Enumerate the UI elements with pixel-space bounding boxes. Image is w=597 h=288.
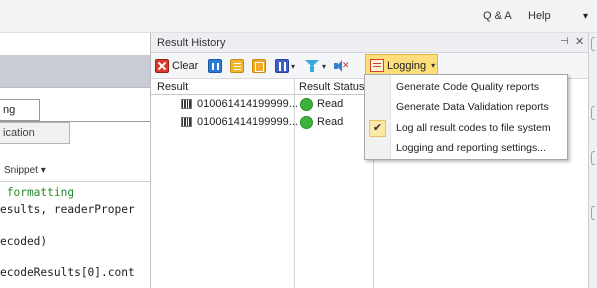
panel-title: Result History — [157, 37, 226, 49]
editor-panel: ng ication Snippet ▾ formatting esults, … — [0, 33, 150, 288]
status-ok-icon — [300, 98, 313, 111]
menu-help[interactable]: Help — [528, 10, 551, 22]
status-ok-icon — [300, 116, 313, 129]
column-header-result[interactable]: Result — [157, 81, 188, 93]
logging-dropdown-menu: Generate Code Quality reports Generate D… — [364, 74, 568, 160]
code-line[interactable]: formatting — [0, 186, 74, 199]
tab-active[interactable]: ng — [0, 99, 40, 121]
menu-item-code-quality[interactable]: Generate Code Quality reports — [365, 77, 567, 97]
pause-button[interactable] — [208, 57, 222, 75]
table-row[interactable]: 010061414199999... Read — [151, 114, 373, 130]
clear-button[interactable]: Clear — [155, 57, 198, 75]
result-history-panel: Result History ⊣ ✕ Clear ▾ ▾ ✕ Logging ▾… — [150, 33, 589, 288]
pin-icon[interactable]: ⊣ — [560, 36, 569, 47]
mute-icon: ✕ — [333, 59, 350, 73]
logging-icon — [370, 59, 384, 72]
tab-inactive[interactable]: ication — [0, 122, 70, 144]
document-icon — [230, 59, 244, 73]
chevron-down-icon[interactable]: ▾ — [583, 11, 588, 22]
logging-label: Logging — [387, 59, 427, 72]
pause-icon — [208, 59, 222, 73]
columns-button[interactable]: ▾ — [275, 57, 295, 75]
copy-button[interactable] — [252, 57, 266, 75]
divider — [0, 181, 150, 182]
dock-tab[interactable] — [591, 151, 595, 165]
clear-icon — [155, 59, 169, 73]
export-button[interactable] — [230, 57, 244, 75]
dock-tab[interactable] — [591, 106, 595, 120]
snippet-dropdown[interactable]: Snippet ▾ — [4, 165, 46, 176]
menu-item-data-validation[interactable]: Generate Data Validation reports — [365, 97, 567, 117]
filter-button[interactable]: ▾ — [304, 57, 326, 75]
chevron-down-icon: ▾ — [291, 61, 296, 71]
right-dock-strip — [588, 33, 597, 288]
result-value: 010061414199999... — [197, 116, 298, 128]
chevron-down-icon: ▾ — [322, 61, 327, 71]
menu-item-label: Generate Code Quality reports — [396, 81, 539, 93]
code-line[interactable]: esults, readerProper — [0, 203, 135, 216]
checkmark-icon: ✔ — [369, 120, 386, 137]
mute-button[interactable]: ✕ — [333, 57, 350, 75]
result-status: Read — [317, 98, 344, 110]
filter-icon — [304, 59, 320, 73]
chevron-down-icon: ▾ — [431, 61, 436, 70]
result-value: 010061414199999... — [197, 98, 298, 110]
panel-title-bar: Result History ⊣ ✕ — [151, 33, 589, 53]
menu-qa[interactable]: Q & A — [483, 10, 512, 22]
code-line[interactable]: ecoded) — [0, 235, 47, 248]
editor-header-strip — [0, 55, 150, 88]
columns-icon — [275, 59, 289, 73]
table-header: Result Result Status — [151, 79, 373, 95]
menu-item-log-all[interactable]: ✔ Log all result codes to file system — [365, 118, 567, 138]
menu-item-label: Logging and reporting settings... — [396, 142, 547, 154]
top-menu-bar: Q & A Help ▾ — [0, 0, 597, 33]
column-header-status[interactable]: Result Status — [299, 81, 364, 93]
menu-item-label: Generate Data Validation reports — [396, 101, 549, 113]
barcode-icon — [181, 99, 192, 109]
code-line[interactable]: ecodeResults[0].cont — [0, 266, 135, 279]
result-status: Read — [317, 116, 344, 128]
close-icon[interactable]: ✕ — [575, 35, 584, 48]
menu-item-label: Log all result codes to file system — [396, 122, 551, 134]
menu-item-settings[interactable]: Logging and reporting settings... — [365, 138, 567, 158]
table-row[interactable]: 010061414199999... Read — [151, 96, 373, 112]
dock-tab[interactable] — [591, 206, 595, 220]
clear-label: Clear — [172, 60, 199, 72]
barcode-icon — [181, 117, 192, 127]
dock-tab[interactable] — [591, 37, 595, 51]
copy-icon — [252, 59, 266, 73]
